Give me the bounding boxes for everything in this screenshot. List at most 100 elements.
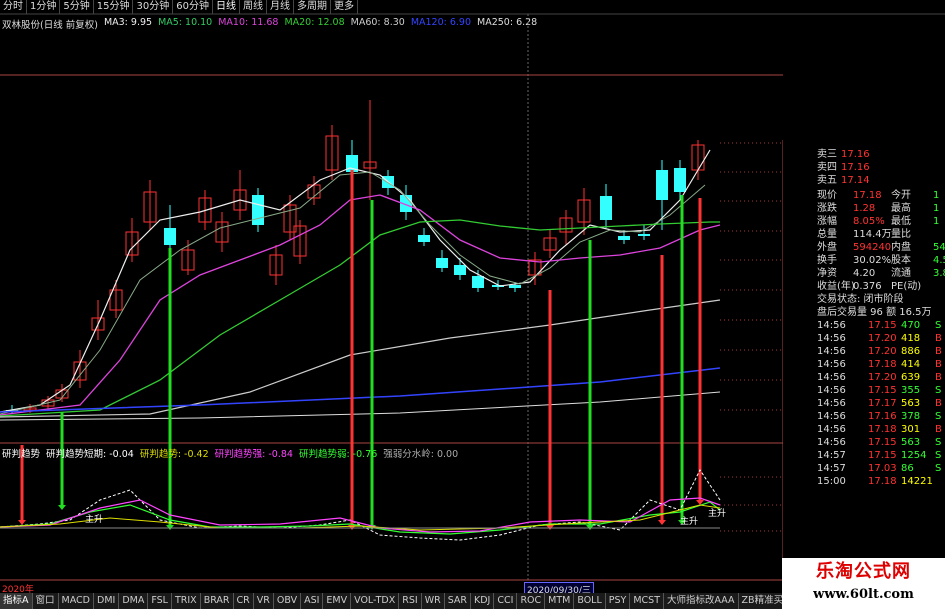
stat-value: 8.05% — [853, 216, 885, 227]
stat-label: 流通 — [891, 268, 911, 279]
indicator-label: 研判趋势短期: -0.04 — [46, 449, 134, 460]
stat-label: 涨跌 — [817, 203, 837, 214]
tab-indicator[interactable]: MACD — [59, 593, 94, 609]
tick-row: 14:56 17.15 470 S — [783, 319, 945, 332]
tab-indicator[interactable]: WR — [422, 593, 445, 609]
tick-row: 14:56 17.15 563 S — [783, 436, 945, 449]
indicator-label: 研判趋势强: -0.84 — [214, 449, 293, 460]
stat-value: 0.376 — [853, 281, 882, 292]
main-rise-label: 主升 — [708, 507, 726, 519]
tab-indicator[interactable]: DMA — [119, 593, 149, 609]
indicator-label: 研判趋势: -0.42 — [139, 449, 209, 460]
stat-label: 最高 — [891, 203, 911, 214]
tab-indicator[interactable]: RSI — [399, 593, 422, 609]
indicator-tabs: 指标A 窗口 MACD DMI DMA FSL TRIX BRAR CR VR OBV ASI EMV V… — [0, 593, 897, 609]
tick-bs: B — [935, 333, 942, 344]
tick-row: 14:56 17.20 886 B — [783, 345, 945, 358]
stat-value: 3.8 — [933, 268, 945, 279]
tick-volume: 414 — [901, 359, 921, 370]
tab-indicator[interactable]: VR — [254, 593, 274, 609]
status-text: 交易状态: 闭市阶段 — [817, 294, 904, 305]
tab-indicator[interactable]: KDJ — [471, 593, 495, 609]
ma60-line — [0, 299, 721, 418]
sell-arrow-head — [18, 520, 26, 525]
indicator-label: 研判趋势弱: -0.76 — [298, 449, 378, 460]
tick-volume: 301 — [901, 424, 921, 435]
tick-volume: 14221 — [901, 476, 933, 487]
tick-row: 14:56 17.15 355 S — [783, 384, 945, 397]
status-text: 盘后交易量 96 额 16.5万 — [817, 307, 932, 318]
sell-price: 17.16 — [841, 149, 870, 160]
candle-down — [418, 235, 430, 242]
candle-down — [600, 196, 612, 220]
sell-price: 17.16 — [841, 162, 870, 173]
tick-row: 14:56 17.20 418 B — [783, 332, 945, 345]
tick-row: 14:56 17.18 301 B — [783, 423, 945, 436]
tick-time: 14:57 — [817, 463, 846, 474]
stat-label: 现价 — [817, 190, 837, 201]
stat-row: 涨幅 8.05% 最低 1 — [783, 215, 945, 228]
stat-value: 1 — [933, 216, 940, 227]
tick-row: 14:56 17.17 563 B — [783, 397, 945, 410]
tab-indicator[interactable]: EMV — [323, 593, 352, 609]
watermark: 乐淘公式网 www.60lt.com — [782, 558, 945, 609]
tick-time: 15:00 — [817, 476, 846, 487]
tick-bs: S — [935, 437, 942, 448]
tick-row: 14:56 17.16 378 S — [783, 410, 945, 423]
tab-indicator[interactable]: VOL-TDX — [351, 593, 400, 609]
stat-label: 最低 — [891, 216, 911, 227]
tick-time: 14:56 — [817, 437, 846, 448]
tab-indicator[interactable]: PSY — [606, 593, 631, 609]
stat-label: 净资 — [817, 268, 837, 279]
tab-indicator[interactable]: MCST — [630, 593, 665, 609]
tab-indicator[interactable]: BRAR — [201, 593, 234, 609]
stat-row: 收益(年) 0.376 PE(动) — [783, 280, 945, 293]
tab-indicator[interactable]: CR — [234, 593, 254, 609]
indicator-label: 研判趋势 — [2, 449, 41, 460]
sell-row: 卖五 17.14 — [783, 174, 945, 187]
tick-volume: 470 — [901, 320, 921, 331]
tab-indicator[interactable]: FSL — [148, 593, 172, 609]
tick-bs: B — [935, 372, 942, 383]
tab-indicator[interactable]: ASI — [301, 593, 324, 609]
sell-arrow-head — [658, 520, 666, 525]
tab-indicator[interactable]: 指标A — [0, 593, 33, 609]
tick-volume: 378 — [901, 411, 921, 422]
tab-indicator[interactable]: CCI — [494, 593, 518, 609]
watermark-url: www.60lt.com — [813, 587, 914, 602]
tab-indicator[interactable]: DMI — [94, 593, 120, 609]
tick-volume: 418 — [901, 333, 921, 344]
tab-indicator[interactable]: MTM — [545, 593, 575, 609]
stat-label: 涨幅 — [817, 216, 837, 227]
candle-down — [454, 265, 466, 275]
tab-indicator[interactable]: 大师指标改AAA — [664, 593, 739, 609]
indicator-label: 强弱分水岭: 0.00 — [383, 449, 459, 460]
tick-price: 17.15 — [868, 450, 897, 461]
tab-indicator[interactable]: BOLL — [574, 593, 606, 609]
tick-time: 14:56 — [817, 359, 846, 370]
candle-down — [656, 170, 668, 200]
candle-down — [436, 258, 448, 268]
tick-price: 17.15 — [868, 385, 897, 396]
tab-indicator[interactable]: TRIX — [172, 593, 201, 609]
tick-price: 17.18 — [868, 424, 897, 435]
tick-time: 14:56 — [817, 411, 846, 422]
tick-price: 17.17 — [868, 398, 897, 409]
tick-bs: B — [935, 346, 942, 357]
stat-label: 今开 — [891, 190, 911, 201]
tab-indicator[interactable]: 窗口 — [33, 593, 59, 609]
candle-down — [674, 168, 686, 192]
stat-row: 现价 17.18 今开 1 — [783, 189, 945, 202]
tick-bs: B — [935, 424, 942, 435]
tab-indicator[interactable]: OBV — [274, 593, 302, 609]
buy-arrow-head — [58, 505, 66, 510]
tick-bs: S — [935, 320, 942, 331]
stat-label: 内盘 — [891, 242, 911, 253]
stat-value: 4.5 — [933, 255, 945, 266]
sell-label: 卖五 — [817, 175, 837, 186]
stat-value: 1.28 — [853, 203, 876, 214]
tick-row: 14:56 17.18 414 B — [783, 358, 945, 371]
ma10-line — [0, 194, 721, 416]
tab-indicator[interactable]: ROC — [517, 593, 546, 609]
tab-indicator[interactable]: SAR — [445, 593, 471, 609]
